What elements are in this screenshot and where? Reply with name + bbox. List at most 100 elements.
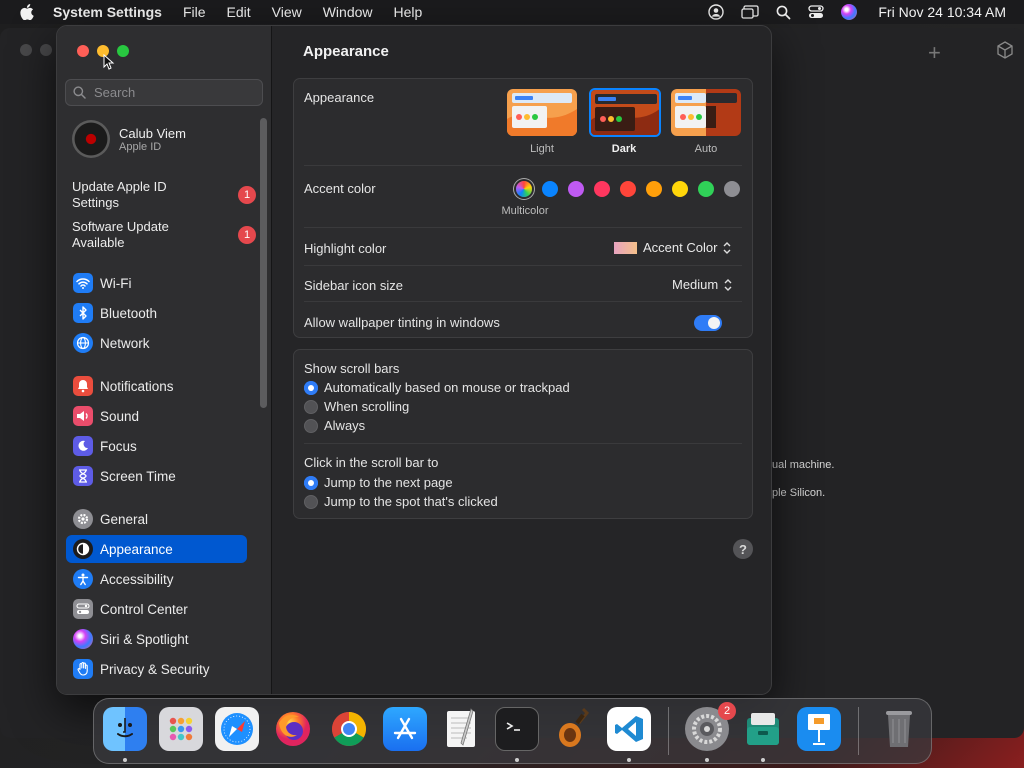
accent-selected-label: Multicolor bbox=[501, 205, 549, 217]
vscode-icon[interactable] bbox=[607, 707, 651, 751]
menu-app-name[interactable]: System Settings bbox=[53, 4, 162, 20]
archive-utility-icon[interactable] bbox=[741, 707, 785, 751]
sidebar-item-siri-spotlight[interactable]: Siri & Spotlight bbox=[66, 625, 247, 653]
system-settings-window: Search Calub Viem Apple ID Update Apple … bbox=[56, 25, 772, 695]
accent-blue-swatch[interactable] bbox=[542, 181, 558, 197]
accent-yellow-swatch[interactable] bbox=[672, 181, 688, 197]
radio-jump-next-page[interactable]: Jump to the next page bbox=[304, 475, 453, 490]
keynote-icon[interactable] bbox=[797, 707, 841, 751]
accent-pink-swatch[interactable] bbox=[594, 181, 610, 197]
sidebar-item-sound[interactable]: Sound bbox=[66, 402, 247, 430]
sidebar-item-screen-time[interactable]: Screen Time bbox=[66, 462, 247, 490]
control-center-menu-icon[interactable] bbox=[808, 5, 825, 19]
apple-menu-icon[interactable] bbox=[18, 4, 36, 20]
screen-mirroring-icon[interactable] bbox=[741, 5, 760, 19]
sidebar-item-appearance[interactable]: Appearance bbox=[66, 535, 247, 563]
wallpaper-tinting-toggle[interactable] bbox=[694, 315, 722, 331]
search-field[interactable]: Search bbox=[65, 79, 263, 106]
bluetooth-icon bbox=[73, 303, 93, 323]
menu-window[interactable]: Window bbox=[323, 4, 373, 20]
menu-clock[interactable]: Fri Nov 24 10:34 AM bbox=[878, 4, 1006, 20]
textedit-icon[interactable] bbox=[439, 707, 483, 751]
finder-icon[interactable] bbox=[103, 707, 147, 751]
cube-icon[interactable] bbox=[996, 41, 1014, 62]
apple-id-profile[interactable]: Calub Viem Apple ID bbox=[72, 120, 186, 158]
sidebar-item-focus[interactable]: Focus bbox=[66, 432, 247, 460]
sidebar-scrollbar[interactable] bbox=[260, 118, 267, 408]
dock: 2 bbox=[93, 698, 932, 764]
search-placeholder: Search bbox=[94, 85, 136, 100]
radio-selected-icon bbox=[304, 475, 318, 490]
menu-edit[interactable]: Edit bbox=[227, 4, 251, 20]
user-account-icon[interactable] bbox=[708, 4, 725, 20]
appearance-option-auto[interactable] bbox=[671, 89, 741, 136]
accent-purple-swatch[interactable] bbox=[568, 181, 584, 197]
accent-green-swatch[interactable] bbox=[698, 181, 714, 197]
garageband-icon[interactable] bbox=[551, 707, 595, 751]
sidebar-item-notifications[interactable]: Notifications bbox=[66, 372, 247, 400]
software-update-available-item[interactable]: Software Update Available 1 bbox=[72, 219, 262, 251]
sidebar-item-accessibility[interactable]: Accessibility bbox=[66, 565, 247, 593]
accessibility-icon bbox=[73, 569, 93, 589]
radio-label: Jump to the spot that's clicked bbox=[324, 494, 498, 509]
sidebar-item-label: Appearance bbox=[100, 541, 173, 557]
firefox-icon[interactable] bbox=[271, 707, 315, 751]
radio-scroll-always[interactable]: Always bbox=[304, 418, 365, 433]
moon-icon bbox=[73, 436, 93, 456]
menu-view[interactable]: View bbox=[272, 4, 302, 20]
safari-icon[interactable] bbox=[215, 707, 259, 751]
search-icon bbox=[73, 86, 86, 99]
profile-name: Calub Viem bbox=[119, 125, 186, 141]
siri-icon bbox=[73, 629, 93, 649]
background-text-line-2: ple Silicon. bbox=[772, 487, 826, 499]
radio-selected-icon bbox=[304, 380, 318, 395]
notification-line: Update Apple ID bbox=[72, 179, 167, 194]
close-window-icon[interactable] bbox=[77, 45, 89, 57]
spotlight-search-icon[interactable] bbox=[776, 5, 791, 20]
gear-icon bbox=[73, 509, 93, 529]
radio-scroll-automatic[interactable]: Automatically based on mouse or trackpad bbox=[304, 380, 570, 395]
sidebar-item-general[interactable]: General bbox=[66, 505, 247, 533]
appearance-pane: Appearance Appearance Light Dark Auto Ac… bbox=[273, 26, 771, 694]
radio-scroll-when-scrolling[interactable]: When scrolling bbox=[304, 399, 409, 414]
sidebar-item-privacy-security[interactable]: Privacy & Security bbox=[66, 655, 247, 683]
menu-help[interactable]: Help bbox=[394, 4, 423, 20]
trash-icon[interactable] bbox=[877, 707, 921, 751]
stepper-arrows-icon bbox=[723, 241, 731, 254]
sidebar-icon-size-value: Medium bbox=[672, 277, 719, 292]
globe-icon bbox=[73, 333, 93, 353]
dock-separator bbox=[668, 707, 669, 755]
sidebar-item-network[interactable]: Network bbox=[66, 329, 247, 357]
terminal-icon[interactable] bbox=[495, 707, 539, 751]
zoom-window-icon[interactable] bbox=[117, 45, 129, 57]
radio-jump-spot-clicked[interactable]: Jump to the spot that's clicked bbox=[304, 494, 498, 509]
sidebar-item-wifi[interactable]: Wi-Fi bbox=[66, 269, 247, 297]
launchpad-icon[interactable] bbox=[159, 707, 203, 751]
siri-icon[interactable] bbox=[841, 4, 858, 20]
sidebar-item-label: General bbox=[100, 511, 149, 527]
sidebar-icon-size-popup[interactable]: Medium bbox=[672, 277, 733, 292]
accent-orange-swatch[interactable] bbox=[646, 181, 662, 197]
accent-graphite-swatch[interactable] bbox=[724, 181, 740, 197]
background-window-minimize-icon[interactable] bbox=[40, 44, 52, 56]
sidebar-item-bluetooth[interactable]: Bluetooth bbox=[66, 299, 247, 327]
chrome-icon[interactable] bbox=[327, 707, 371, 751]
app-store-icon[interactable] bbox=[383, 707, 427, 751]
accent-color-label: Accent color bbox=[304, 181, 376, 196]
highlight-color-popup[interactable]: Accent Color bbox=[614, 240, 732, 255]
menu-file[interactable]: File bbox=[183, 4, 206, 20]
update-apple-id-settings-item[interactable]: Update Apple ID Settings 1 bbox=[72, 179, 262, 211]
sidebar-item-label: Screen Time bbox=[100, 468, 176, 484]
running-indicator bbox=[705, 758, 709, 762]
appearance-settings-card: Appearance Light Dark Auto Accent color bbox=[293, 78, 753, 338]
sidebar-item-control-center[interactable]: Control Center bbox=[66, 595, 247, 623]
radio-unselected-icon bbox=[304, 494, 318, 509]
background-window-close-icon[interactable] bbox=[20, 44, 32, 56]
accent-red-swatch[interactable] bbox=[620, 181, 636, 197]
accent-multicolor-swatch[interactable] bbox=[516, 181, 532, 197]
help-button[interactable]: ? bbox=[733, 539, 753, 559]
running-indicator bbox=[123, 758, 127, 762]
plus-icon[interactable]: + bbox=[928, 40, 941, 66]
appearance-option-dark[interactable] bbox=[589, 88, 661, 137]
appearance-option-light[interactable] bbox=[507, 89, 577, 136]
